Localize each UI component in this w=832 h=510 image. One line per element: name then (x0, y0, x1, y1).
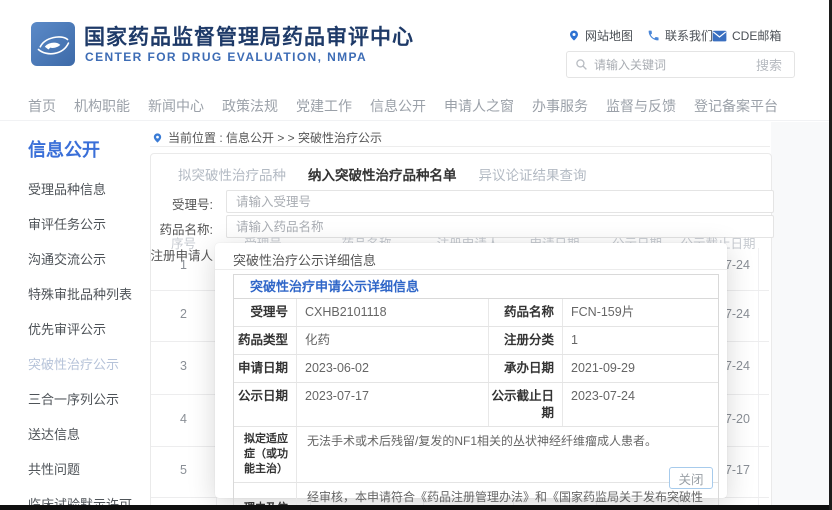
acceptance-no-filter-input[interactable] (226, 190, 774, 213)
nmpa-cde-logo (31, 22, 75, 66)
breakthrough-detail-modal: 突破性治疗公示详细信息 突破性治疗申请公示详细信息 受理号 CXHB210111… (215, 243, 727, 498)
field-value-publicity-date: 2023-07-17 (297, 383, 489, 427)
tab-objection-results[interactable]: 异议论证结果查询 (479, 164, 587, 184)
table-row-number[interactable]: 1 (151, 258, 216, 272)
mail-icon (712, 30, 727, 42)
main-nav: 首页 机构职能 新闻中心 政策法规 党建工作 信息公开 申请人之窗 办事服务 监… (28, 96, 778, 116)
search-icon (575, 58, 588, 71)
sidebar-item-three-in-one[interactable]: 三合一序列公示 (28, 389, 158, 408)
field-value-indication: 无法手术或术后残留/复发的NF1相关的丛状神经纤维瘤成人患者。 (297, 427, 718, 482)
sitemap-link-label: 网站地图 (585, 27, 633, 44)
field-value-apply-date: 2023-06-02 (297, 355, 489, 382)
detail-row: 药品类型 化药 注册分类 1 (234, 327, 718, 355)
field-label-drug-name: 药品名称 (489, 299, 563, 326)
search-input[interactable] (588, 58, 744, 72)
page-title: 国家药品监督管理局药品审评中心 (84, 21, 414, 51)
table-row-number[interactable]: 3 (151, 359, 216, 373)
site-search-bar: 搜索 (566, 51, 795, 78)
sidebar-item-breakthrough-therapy[interactable]: 突破性治疗公示 (28, 354, 158, 373)
sidebar: 信息公开 受理品种信息 审评任务公示 沟通交流公示 特殊审批品种列表 优先审评公… (28, 136, 158, 510)
modal-title: 突破性治疗公示详细信息 (233, 250, 376, 269)
nav-item-policies[interactable]: 政策法规 (222, 96, 278, 116)
field-value-drug-name: FCN-159片 (563, 299, 718, 326)
nav-item-registration-platform[interactable]: 登记备案平台 (694, 96, 778, 116)
close-button[interactable]: 关闭 (669, 467, 713, 489)
sidebar-item-accepted-varieties[interactable]: 受理品种信息 (28, 179, 158, 198)
cde-breakthrough-therapy-page: 国家药品监督管理局药品审评中心 CENTER FOR DRUG EVALUATI… (0, 0, 832, 510)
header-divider (0, 120, 832, 121)
detail-section-title: 突破性治疗申请公示详细信息 (234, 275, 718, 299)
field-value-registration-class: 1 (563, 327, 718, 354)
field-label-apply-date: 申请日期 (234, 355, 297, 382)
nav-item-home[interactable]: 首页 (28, 96, 56, 116)
acceptance-no-filter-label: 受理号: (143, 194, 213, 213)
field-value-publicity-end-date: 2023-07-24 (563, 383, 718, 427)
col-header-no: 序号 (151, 233, 216, 252)
list-tabs: 拟突破性治疗品种 纳入突破性治疗品种名单 异议论证结果查询 (178, 164, 587, 184)
sidebar-item-delivery-info[interactable]: 送达信息 (28, 424, 158, 443)
detail-row: 拟定适应症（或功能主治） 无法手术或术后残留/复发的NF1相关的丛状神经纤维瘤成… (234, 427, 718, 483)
breadcrumb: 当前位置 : 信息公开 > > 突破性治疗公示 (152, 129, 382, 146)
nav-item-info-disclosure[interactable]: 信息公开 (370, 96, 426, 116)
field-label-acceptance-no: 受理号 (234, 299, 297, 326)
field-label-indication: 拟定适应症（或功能主治） (234, 427, 297, 482)
field-value-undertake-date: 2021-09-29 (563, 355, 718, 382)
page-subtitle: CENTER FOR DRUG EVALUATION, NMPA (85, 50, 367, 64)
field-label-publicity-end-date: 公示截止日期 (489, 383, 563, 427)
table-row-number[interactable]: 5 (151, 463, 216, 477)
phone-icon (647, 29, 660, 42)
detail-table: 突破性治疗申请公示详细信息 受理号 CXHB2101118 药品名称 FCN-1… (233, 274, 719, 510)
detail-row: 公示日期 2023-07-17 公示截止日期 2023-07-24 (234, 383, 718, 428)
sidebar-item-communication[interactable]: 沟通交流公示 (28, 249, 158, 268)
detail-row: 申请日期 2023-06-02 承办日期 2021-09-29 (234, 355, 718, 383)
nav-item-services[interactable]: 办事服务 (532, 96, 588, 116)
cde-mailbox-link-label: CDE邮箱 (732, 27, 781, 44)
table-row-number[interactable]: 2 (151, 307, 216, 321)
swan-logo-icon (33, 24, 73, 64)
tab-included-breakthrough-list[interactable]: 纳入突破性治疗品种名单 (308, 164, 457, 184)
tab-proposed-breakthrough[interactable]: 拟突破性治疗品种 (178, 164, 286, 184)
contact-us-link-label: 联系我们 (665, 27, 713, 44)
nav-item-supervision[interactable]: 监督与反馈 (606, 96, 676, 116)
sidebar-item-review-tasks[interactable]: 审评任务公示 (28, 214, 158, 233)
modal-title-divider (215, 269, 727, 270)
sidebar-item-common-issues[interactable]: 共性问题 (28, 459, 158, 478)
nav-item-party[interactable]: 党建工作 (296, 96, 352, 116)
sidebar-item-priority-review[interactable]: 优先审评公示 (28, 319, 158, 338)
contact-us-link[interactable]: 联系我们 (647, 27, 713, 44)
breadcrumb-text: 当前位置 : 信息公开 > > 突破性治疗公示 (168, 129, 382, 146)
search-button[interactable]: 搜索 (744, 55, 794, 74)
nav-item-applicant-window[interactable]: 申请人之窗 (444, 96, 514, 116)
field-value-acceptance-no: CXHB2101118 (297, 299, 489, 326)
sitemap-link[interactable]: 网站地图 (568, 27, 633, 44)
sidebar-title: 信息公开 (28, 136, 158, 162)
table-row-number[interactable]: 4 (151, 412, 216, 426)
breadcrumb-divider (150, 146, 770, 147)
location-pin-icon (152, 132, 163, 144)
field-label-publicity-date: 公示日期 (234, 383, 297, 427)
window-bottom-edge (0, 505, 832, 510)
right-gutter (771, 122, 829, 506)
field-label-registration-class: 注册分类 (489, 327, 563, 354)
nav-item-functions[interactable]: 机构职能 (74, 96, 130, 116)
cde-mailbox-link[interactable]: CDE邮箱 (712, 27, 781, 44)
nav-item-news[interactable]: 新闻中心 (148, 96, 204, 116)
field-label-drug-type: 药品类型 (234, 327, 297, 354)
field-label-undertake-date: 承办日期 (489, 355, 563, 382)
sidebar-item-special-approval[interactable]: 特殊审批品种列表 (28, 284, 158, 303)
column-divider (758, 248, 759, 510)
detail-row: 受理号 CXHB2101118 药品名称 FCN-159片 (234, 299, 718, 327)
field-value-drug-type: 化药 (297, 327, 489, 354)
location-pin-icon (568, 29, 580, 42)
